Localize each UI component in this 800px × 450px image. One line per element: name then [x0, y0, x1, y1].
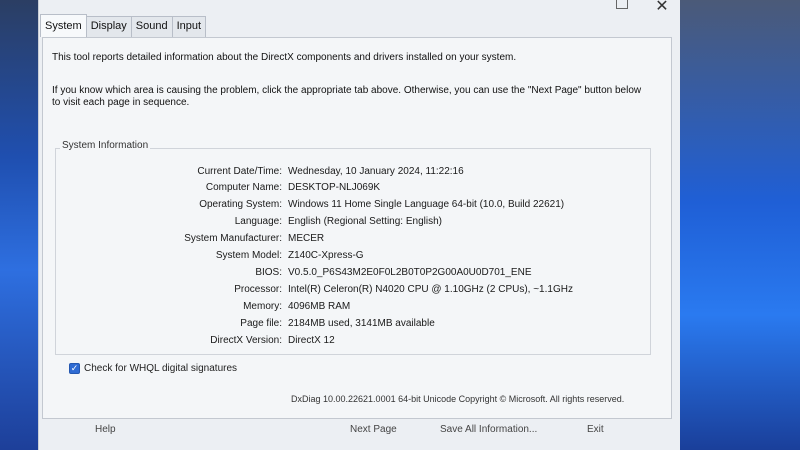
info-value: DirectX 12 — [288, 335, 335, 346]
info-value: Windows 11 Home Single Language 64-bit (… — [288, 199, 565, 210]
exit-button[interactable]: Exit — [587, 424, 604, 435]
info-value: English (Regional Setting: English) — [288, 216, 442, 227]
instructions-text: If you know which area is causing the pr… — [52, 85, 642, 108]
info-value: Wednesday, 10 January 2024, 11:22:16 — [288, 166, 464, 177]
info-row-directx-version: DirectX Version: DirectX 12 — [0, 335, 640, 351]
info-row-datetime: Current Date/Time: Wednesday, 10 January… — [0, 166, 640, 182]
save-all-information-button[interactable]: Save All Information... — [440, 424, 537, 435]
info-label: Processor: — [234, 284, 282, 295]
info-value: 4096MB RAM — [288, 301, 351, 312]
maximize-icon[interactable] — [616, 0, 628, 9]
info-row-os: Operating System: Windows 11 Home Single… — [0, 199, 640, 215]
tab-system[interactable]: System — [40, 14, 87, 37]
desktop-wallpaper-right — [670, 0, 800, 450]
info-label: System Manufacturer: — [184, 233, 282, 244]
info-label: Page file: — [240, 318, 282, 329]
info-label: BIOS: — [255, 267, 282, 278]
tab-display[interactable]: Display — [85, 16, 132, 37]
whql-checkbox[interactable]: ✓ — [69, 363, 80, 374]
tab-bar: System Display Sound Input — [40, 14, 207, 38]
tab-input[interactable]: Input — [171, 16, 207, 37]
info-row-language: Language: English (Regional Setting: Eng… — [0, 216, 640, 232]
info-value: MECER — [288, 233, 325, 244]
info-value: V0.5.0_P6S43M2E0F0L2B0T0P2G00A0U0D701_EN… — [288, 267, 532, 278]
copyright-text: DxDiag 10.00.22621.0001 64-bit Unicode C… — [291, 394, 625, 404]
info-label: Language: — [234, 216, 282, 227]
info-row-bios: BIOS: V0.5.0_P6S43M2E0F0L2B0T0P2G00A0U0D… — [0, 267, 640, 283]
info-row-model: System Model: Z140C-Xpress-G — [0, 250, 640, 266]
help-button[interactable]: Help — [95, 424, 116, 435]
info-label: Current Date/Time: — [197, 166, 282, 177]
info-label: Operating System: — [199, 199, 282, 210]
intro-text: This tool reports detailed information a… — [52, 52, 517, 63]
group-title: System Information — [60, 140, 151, 151]
close-icon[interactable]: ✕ — [652, 0, 672, 16]
info-value: 2184MB used, 3141MB available — [288, 318, 435, 329]
info-label: Computer Name: — [205, 182, 282, 193]
info-value: Z140C-Xpress-G — [288, 250, 364, 261]
tab-sound[interactable]: Sound — [130, 16, 173, 37]
whql-checkbox-row[interactable]: ✓ Check for WHQL digital signatures — [69, 363, 237, 374]
info-label: DirectX Version: — [210, 335, 282, 346]
info-row-processor: Processor: Intel(R) Celeron(R) N4020 CPU… — [0, 284, 640, 300]
info-row-manufacturer: System Manufacturer: MECER — [0, 233, 640, 249]
next-page-button[interactable]: Next Page — [350, 424, 397, 435]
info-row-page-file: Page file: 2184MB used, 3141MB available — [0, 318, 640, 334]
info-row-memory: Memory: 4096MB RAM — [0, 301, 640, 317]
info-value: DESKTOP-NLJ069K — [288, 182, 381, 193]
info-value: Intel(R) Celeron(R) N4020 CPU @ 1.10GHz … — [288, 284, 573, 295]
info-label: System Model: — [215, 250, 282, 261]
whql-label: Check for WHQL digital signatures — [84, 363, 238, 374]
info-label: Memory: — [243, 301, 282, 312]
info-row-computer-name: Computer Name: DESKTOP-NLJ069K — [0, 182, 640, 198]
